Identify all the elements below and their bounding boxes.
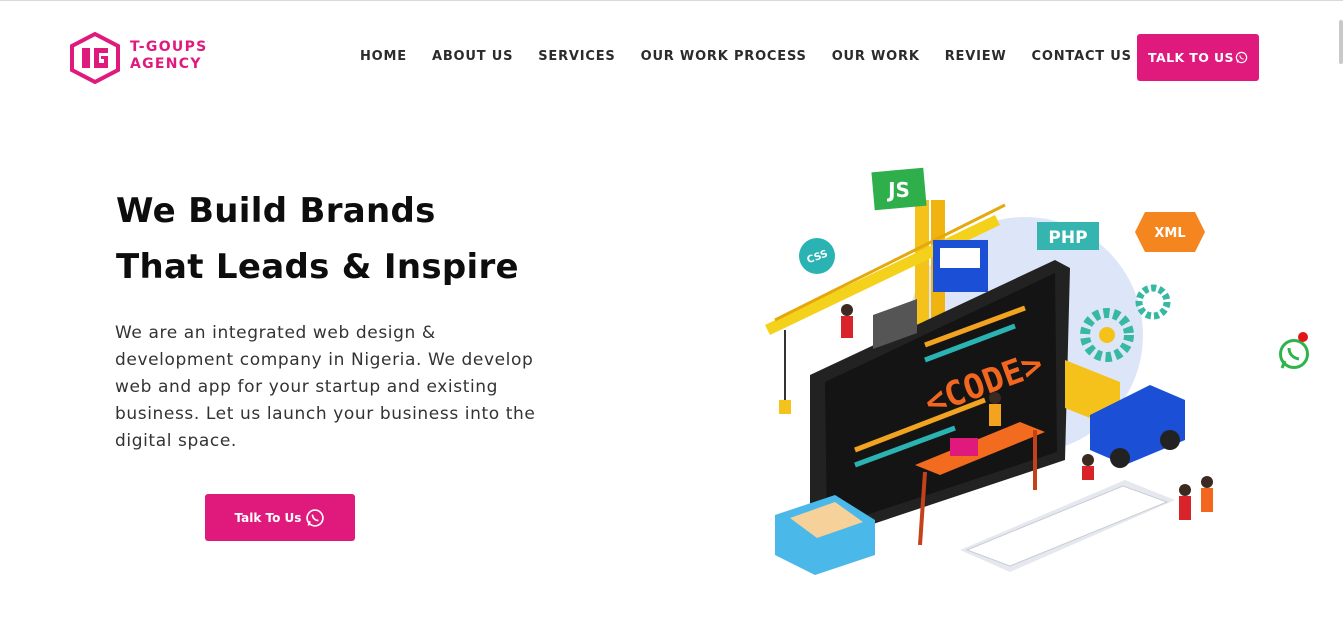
tag-xml-label: XML [1154, 226, 1185, 241]
hero-headline-line1: We Build Brands [116, 191, 436, 231]
nav-our-work-process[interactable]: OUR WORK PROCESS [641, 49, 807, 64]
scrollbar-thumb[interactable] [1339, 20, 1343, 64]
keyboard-graphic [960, 480, 1175, 572]
talk-to-us-header-label: TALK TO US [1148, 50, 1234, 65]
nav-our-work[interactable]: OUR WORK [832, 49, 920, 64]
brand-line1: T-GOUPS [130, 39, 208, 55]
main-nav: HOME ABOUT US SERVICES OUR WORK PROCESS … [360, 49, 1132, 64]
talk-to-us-button[interactable]: Talk To Us [205, 494, 355, 541]
nav-home[interactable]: HOME [360, 49, 407, 64]
tag-js-label: JS [886, 178, 910, 202]
floating-whatsapp-button[interactable] [1277, 337, 1311, 371]
tag-php-label: PHP [1048, 228, 1087, 248]
notification-dot [1298, 332, 1308, 342]
talk-to-us-header-button[interactable]: TALK TO US [1137, 34, 1259, 81]
tag-css: CSS [799, 238, 835, 274]
whatsapp-icon [1279, 339, 1309, 369]
hero-headline-line2: That Leads & Inspire [116, 247, 519, 287]
tag-js: JS [871, 167, 927, 211]
whatsapp-icon [306, 508, 325, 527]
whatsapp-icon [1235, 51, 1248, 64]
hero-illustration: JS CSS PHP XML <CODE> [765, 167, 1213, 575]
blue-box-graphic [933, 240, 988, 292]
nav-contact-us[interactable]: CONTACT US [1032, 49, 1132, 64]
hero-headline: We Build Brands That Leads & Inspire [116, 183, 519, 295]
brand-logo[interactable]: T-GOUPS AGENCY [68, 32, 238, 84]
top-border [0, 0, 1343, 1]
brand-line2: AGENCY [130, 56, 202, 72]
brand-name: T-GOUPS AGENCY [130, 39, 208, 73]
tag-xml: XML [1135, 212, 1205, 252]
nav-services[interactable]: SERVICES [538, 49, 615, 64]
nav-about-us[interactable]: ABOUT US [432, 49, 513, 64]
hero-description: We are an integrated web design & develo… [115, 323, 536, 451]
nav-review[interactable]: REVIEW [945, 49, 1007, 64]
logo-icon [70, 32, 120, 84]
tag-php: PHP [1037, 222, 1099, 250]
talk-to-us-label: Talk To Us [234, 510, 302, 525]
